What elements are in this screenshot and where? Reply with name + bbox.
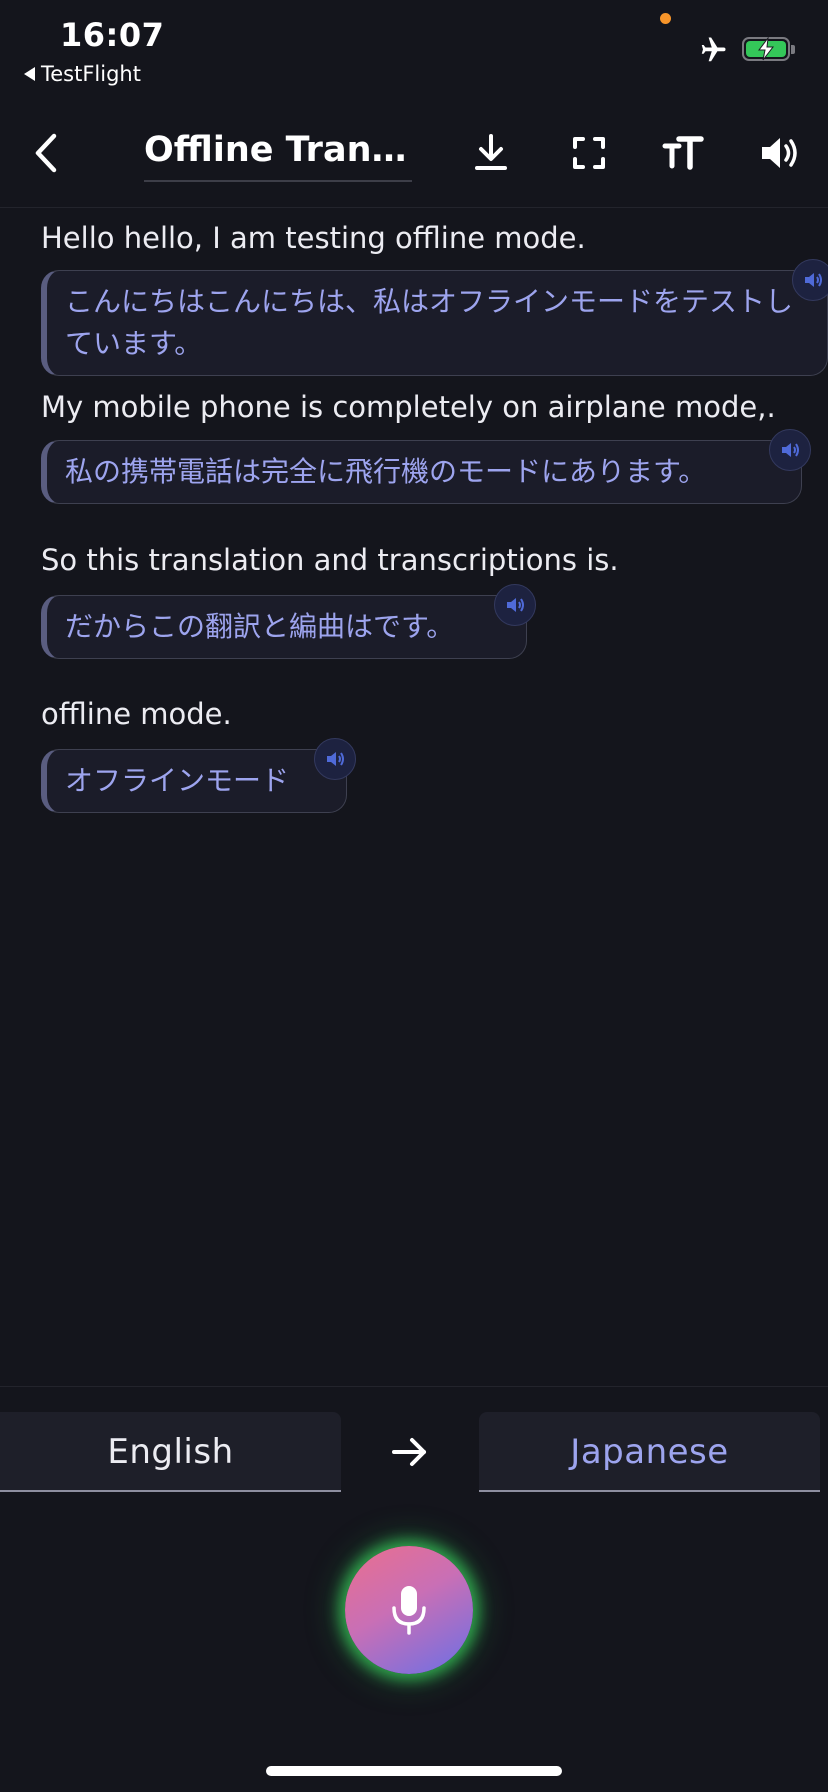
back-app-label: TestFlight [41,62,141,86]
recording-indicator-dot [660,13,671,24]
speaker-icon[interactable] [792,259,828,301]
download-icon[interactable] [468,130,514,176]
translation-text: 私の携帯電話は完全に飛行機のモードにあります。 [65,455,707,488]
speaker-icon[interactable] [769,429,811,471]
status-time: 16:07 [60,16,165,54]
source-text: My mobile phone is completely on airplan… [41,390,776,424]
translation-bubble: こんにちはこんにちは、私はオフラインモードをテストしています。 [41,270,828,376]
translation-text: こんにちはこんにちは、私はオフラインモードをテストしています。 [65,285,794,360]
status-bar: 16:07 TestFlight [0,0,828,100]
divider [0,1386,828,1387]
source-text: So this translation and transcriptions i… [41,543,619,577]
speaker-icon[interactable] [756,130,802,176]
chevron-left-icon[interactable] [26,128,66,178]
speaker-icon[interactable] [494,584,536,626]
battery-charging-icon [742,37,795,61]
translation-text: だからこの翻訳と編曲はです。 [65,610,455,643]
source-language-selector[interactable]: English [0,1412,341,1492]
back-to-app-link[interactable]: TestFlight [24,62,141,86]
microphone-icon [392,1586,426,1635]
translation-bubble: だからこの翻訳と編曲はです。 [41,595,527,659]
back-triangle-icon [24,67,35,81]
source-text: Hello hello, I am testing offline mode. [41,221,586,255]
microphone-button[interactable] [345,1546,473,1674]
fullscreen-icon[interactable] [566,130,612,176]
source-text: offline mode. [41,697,232,731]
translation-bubble: 私の携帯電話は完全に飛行機のモードにあります。 [41,440,802,504]
speaker-icon[interactable] [314,738,356,780]
translation-bubble: オフラインモード [41,749,347,813]
target-language-selector[interactable]: Japanese [479,1412,820,1492]
text-size-icon[interactable] [660,130,706,176]
page-title: Offline Translation [144,124,412,182]
arrow-right-icon[interactable] [388,1432,432,1472]
nav-bar: Offline Translation [0,100,828,208]
home-indicator [266,1766,562,1776]
airplane-icon [701,37,726,62]
translation-text: オフラインモード [65,764,290,797]
